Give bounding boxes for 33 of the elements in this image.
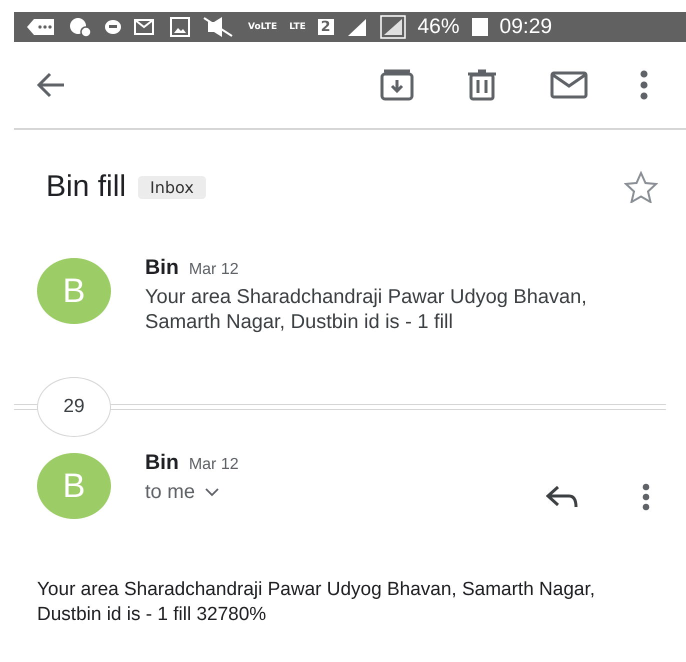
sender-name: Bin	[145, 451, 179, 475]
image-icon	[170, 17, 190, 37]
clock: 09:29	[500, 15, 552, 39]
back-icon[interactable]	[36, 72, 66, 98]
avatar: B	[37, 453, 111, 519]
battery-percent: 46%	[418, 15, 460, 39]
archive-icon[interactable]	[380, 69, 414, 101]
message-body: Your area Sharadchandraji Pawar Udyog Bhavan, Samarth Nagar, Dustbin id is - 1 fill 32780%	[37, 578, 596, 627]
cloud-icon	[68, 16, 92, 38]
inbox-label[interactable]: Inbox	[138, 176, 206, 198]
sender-name: Bin	[145, 256, 179, 280]
message-snippet[interactable]: Your area Sharadchandraji Pawar Udyog Bhavan, Samarth Nagar, Dustbin id is - 1 fill	[145, 285, 645, 335]
more-icon[interactable]	[642, 483, 650, 511]
chevron-icon[interactable]	[205, 488, 220, 497]
star-icon[interactable]	[624, 171, 658, 203]
signal-icon	[346, 17, 368, 37]
subject-title: Bin fill	[46, 170, 126, 204]
mail-icon[interactable]	[550, 71, 588, 99]
recipient-text[interactable]: to me	[145, 481, 196, 504]
signal-icon	[380, 15, 406, 39]
avatar: B	[37, 258, 111, 324]
message-date: Mar 12	[188, 261, 239, 279]
reply-icon[interactable]	[546, 485, 578, 509]
trash-icon[interactable]	[466, 69, 498, 101]
app-icon	[104, 19, 122, 35]
message-date: Mar 12	[188, 456, 239, 474]
lte-label: LTE	[289, 22, 306, 32]
volte-label: VoLTE	[248, 22, 278, 32]
hidden-messages-count[interactable]: 29	[37, 377, 111, 437]
sim-label: 2	[318, 19, 334, 35]
chat-icon	[26, 17, 56, 37]
battery-icon	[472, 18, 488, 36]
more-icon[interactable]	[640, 70, 648, 100]
